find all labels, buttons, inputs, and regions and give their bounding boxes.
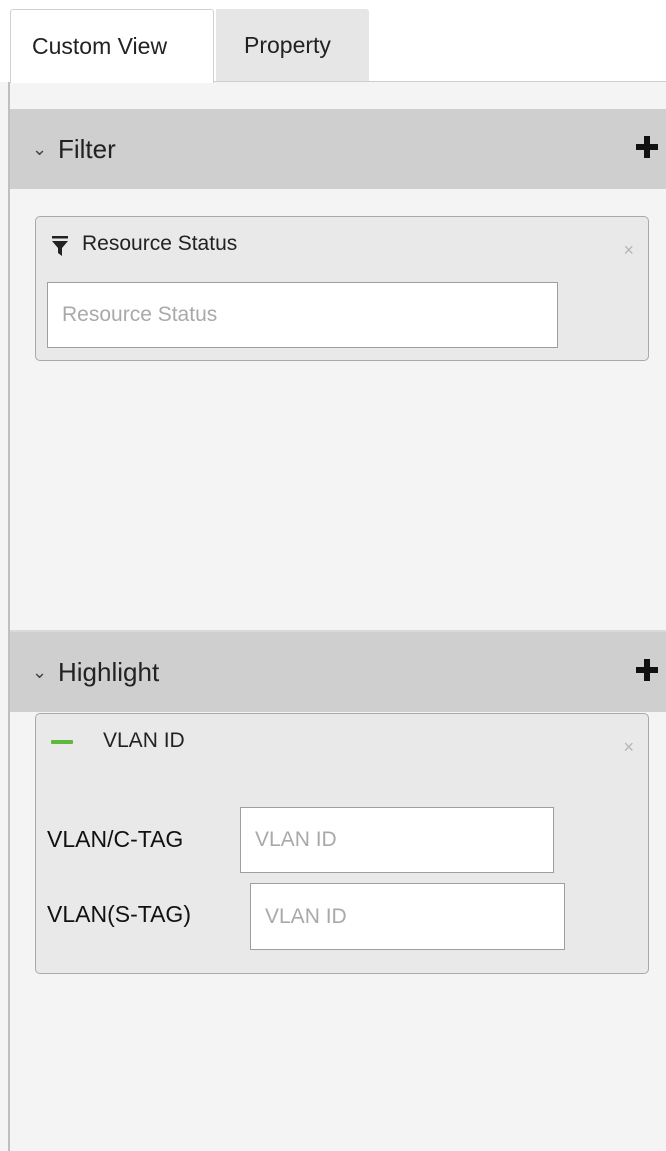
funnel-icon <box>52 236 68 256</box>
close-icon[interactable]: × <box>623 738 634 756</box>
vlan-id-highlight-card: VLAN ID × VLAN/C-TAG VLAN(S-TAG) <box>35 713 649 974</box>
chevron-down-icon[interactable]: ⌄ <box>32 632 47 712</box>
tab-property[interactable]: Property <box>216 9 369 82</box>
highlight-section-title: Highlight <box>58 657 160 687</box>
highlight-card-title: VLAN ID <box>103 729 185 752</box>
vlan-s-tag-input[interactable] <box>250 883 565 950</box>
green-dash-icon <box>51 740 73 744</box>
vlan-c-tag-label: VLAN/C-TAG <box>47 826 184 852</box>
highlight-section-header[interactable]: ⌄ Highlight <box>10 632 666 712</box>
close-icon[interactable]: × <box>623 241 634 259</box>
resource-status-input[interactable] <box>47 282 558 348</box>
filter-section-title: Filter <box>58 134 116 164</box>
add-filter-plus-icon[interactable] <box>636 136 658 158</box>
add-highlight-plus-icon[interactable] <box>636 659 658 681</box>
vlan-s-tag-label: VLAN(S-TAG) <box>47 901 191 927</box>
chevron-down-icon[interactable]: ⌄ <box>32 109 47 189</box>
filter-section-header[interactable]: ⌄ Filter <box>10 109 666 189</box>
custom-view-panel: ⌄ Filter Resource Status × ⌄ Highlight V… <box>0 82 666 1151</box>
filter-card-title: Resource Status <box>82 232 238 255</box>
tab-custom-view[interactable]: Custom View <box>10 9 214 83</box>
resource-status-filter-card: Resource Status × <box>35 216 649 361</box>
custom-view-panel-app: Custom View Property ⌄ Filter Resource S… <box>0 0 666 1151</box>
tab-bar: Custom View Property <box>0 0 666 83</box>
panel-border <box>8 82 10 1151</box>
vlan-c-tag-input[interactable] <box>240 807 554 873</box>
